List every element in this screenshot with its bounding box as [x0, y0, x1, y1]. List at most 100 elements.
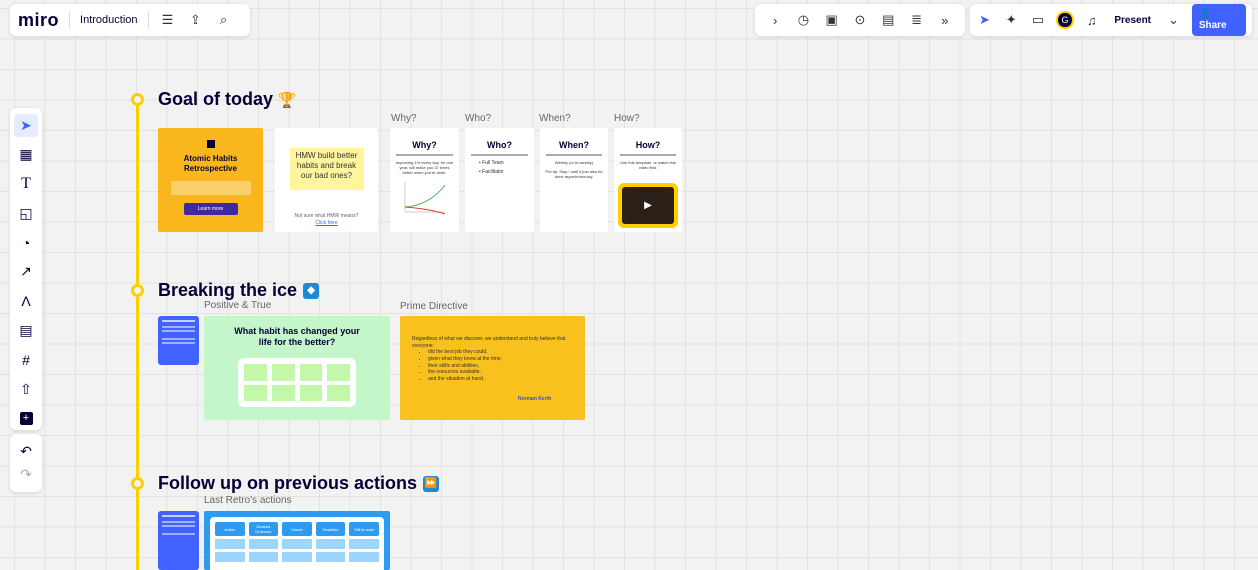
instructions-card[interactable]	[158, 316, 199, 365]
prime-author: Norman Kerth	[518, 396, 552, 402]
card-icon[interactable]: ▤	[879, 11, 897, 29]
video-thumbnail[interactable]: ▶	[618, 183, 678, 228]
frame-label-why: Why?	[391, 113, 417, 124]
followup-instructions-card[interactable]	[158, 511, 199, 570]
upload-icon[interactable]: ⇧	[14, 377, 38, 400]
atomic-habits-card[interactable]: Atomic Habits Retrospective Learn more	[158, 128, 263, 232]
notes-icon[interactable]: ≣	[908, 11, 926, 29]
share-button[interactable]: 👤 Share	[1191, 4, 1247, 36]
text-line	[162, 515, 195, 517]
miro-logo[interactable]: miro	[18, 10, 59, 31]
table-cell[interactable]	[349, 539, 379, 549]
last-retro-card[interactable]: Action Desired Outcome Owner Deadline St…	[204, 511, 390, 570]
section-title: Goal of today	[158, 89, 274, 109]
section-heading-goal[interactable]: Goal of today 🏆	[158, 89, 297, 110]
undo-icon[interactable]: ↶	[14, 440, 38, 463]
table-cell[interactable]	[282, 552, 312, 562]
text-line	[162, 533, 195, 535]
search-icon[interactable]: ⌕	[215, 11, 233, 29]
table-column: Deadline	[315, 522, 346, 570]
sticky-note[interactable]	[299, 364, 323, 381]
frame-icon[interactable]: #	[14, 348, 38, 371]
actions-table[interactable]: Action Desired Outcome Owner Deadline St…	[210, 517, 384, 570]
export-icon[interactable]: ⇪	[187, 11, 205, 29]
table-cell[interactable]	[248, 552, 279, 562]
sticky-note[interactable]	[327, 364, 350, 381]
section-heading-followup[interactable]: Follow up on previous actions ⏩	[158, 473, 440, 494]
who-item-text: Full Team	[482, 160, 504, 166]
sticky-grid[interactable]	[238, 358, 356, 407]
comment-icon[interactable]: ▤	[14, 319, 38, 342]
play-icon[interactable]: ▶	[622, 187, 674, 224]
prime-directive-card[interactable]: Regardless of what we discover, we under…	[400, 316, 585, 420]
comments-icon[interactable]: ▭	[1030, 11, 1047, 29]
chevron-down-icon[interactable]: ⌄	[1165, 11, 1182, 29]
table-column: Still to work	[349, 522, 379, 570]
table-header: Owner	[282, 522, 312, 536]
learn-more-button[interactable]: Learn more	[183, 203, 238, 216]
user-avatar[interactable]: G	[1056, 11, 1074, 29]
select-icon[interactable]: ➤	[14, 114, 38, 138]
timer-icon[interactable]: ◷	[794, 11, 812, 29]
more-apps-icon[interactable]: +	[14, 407, 38, 430]
bell-icon[interactable]: ♫	[1084, 11, 1101, 29]
timeline-line	[136, 96, 139, 570]
shapes-icon[interactable]: ◔	[14, 231, 38, 254]
who-card[interactable]: Who? • Full Team • Facilitator	[465, 128, 534, 232]
text-line	[162, 338, 195, 340]
when-card[interactable]: When? Weekly (or bi-weekly) Pro tip: Sto…	[540, 128, 608, 232]
more-icon[interactable]: »	[936, 11, 954, 29]
text-icon[interactable]: T	[14, 173, 38, 196]
cursor-icon[interactable]: ➤	[976, 11, 993, 29]
positive-true-card[interactable]: What habit has changed your life for the…	[204, 316, 390, 420]
pen-icon[interactable]: Λ	[14, 290, 38, 313]
templates-icon[interactable]: ▦	[14, 143, 38, 166]
reactions-icon[interactable]: ✦	[1003, 11, 1020, 29]
focus-icon[interactable]: ⊙	[851, 11, 869, 29]
sticky-note[interactable]	[299, 384, 323, 401]
fast-forward-icon: ⏩	[423, 475, 440, 492]
who-title: Who?	[487, 140, 512, 150]
redo-icon[interactable]: ↷	[14, 463, 38, 486]
share-toolbar: ➤ ✦ ▭ G ♫ Present ⌄ 👤 Share	[970, 4, 1252, 36]
section-heading-ice[interactable]: Breaking the ice ◆	[158, 280, 320, 301]
table-cell[interactable]	[215, 539, 245, 549]
card-title: Atomic Habits Retrospective	[183, 154, 238, 173]
hmw-note: Not sure what HMW means?	[294, 213, 359, 219]
divider	[396, 154, 453, 156]
frame-label-positive: Positive & True	[204, 300, 272, 311]
board-name[interactable]: Introduction	[80, 14, 137, 26]
chevron-right-icon[interactable]: ›	[766, 11, 784, 29]
connection-line-icon[interactable]: ↗	[14, 260, 38, 283]
sticky-note[interactable]	[271, 364, 295, 381]
menu-icon[interactable]: ☰	[159, 11, 177, 29]
positive-title: What habit has changed your life for the…	[234, 326, 360, 347]
section-title: Breaking the ice	[158, 280, 298, 300]
table-cell[interactable]	[215, 552, 245, 562]
vote-icon[interactable]: ▣	[823, 11, 841, 29]
table-cell[interactable]	[248, 539, 279, 549]
table-cell[interactable]	[349, 552, 379, 562]
sticky-note[interactable]	[327, 384, 350, 401]
why-card[interactable]: Why? Improving 1% every day, for one yea…	[390, 128, 459, 232]
hmw-card[interactable]: HMW build better habits and break our ba…	[275, 128, 378, 232]
table-cell[interactable]	[282, 539, 312, 549]
sticky-note[interactable]	[244, 364, 267, 381]
trophy-icon: 🏆	[277, 91, 297, 109]
table-header: Deadline	[315, 522, 346, 536]
prime-item: the resources available,	[428, 369, 573, 376]
text-line	[162, 525, 195, 527]
share-label: Share	[1198, 20, 1227, 31]
hmw-link[interactable]: Click here	[275, 220, 378, 226]
table-header: Desired Outcome	[248, 522, 279, 536]
present-button[interactable]: Present	[1110, 15, 1155, 26]
table-cell[interactable]	[315, 539, 346, 549]
sticky-note-icon[interactable]: ◱	[14, 202, 38, 225]
how-card[interactable]: How? Use this template, or watch this vi…	[614, 128, 682, 232]
text-line	[162, 330, 195, 332]
sticky-note[interactable]	[271, 384, 295, 401]
sticky-note[interactable]	[244, 384, 267, 401]
table-cell[interactable]	[315, 552, 346, 562]
hmw-sticky-note[interactable]: HMW build better habits and break our ba…	[289, 148, 364, 190]
creation-toolbar: ➤ ▦ T ◱ ◔ ↗ Λ ▤ # ⇧ +	[10, 108, 42, 430]
